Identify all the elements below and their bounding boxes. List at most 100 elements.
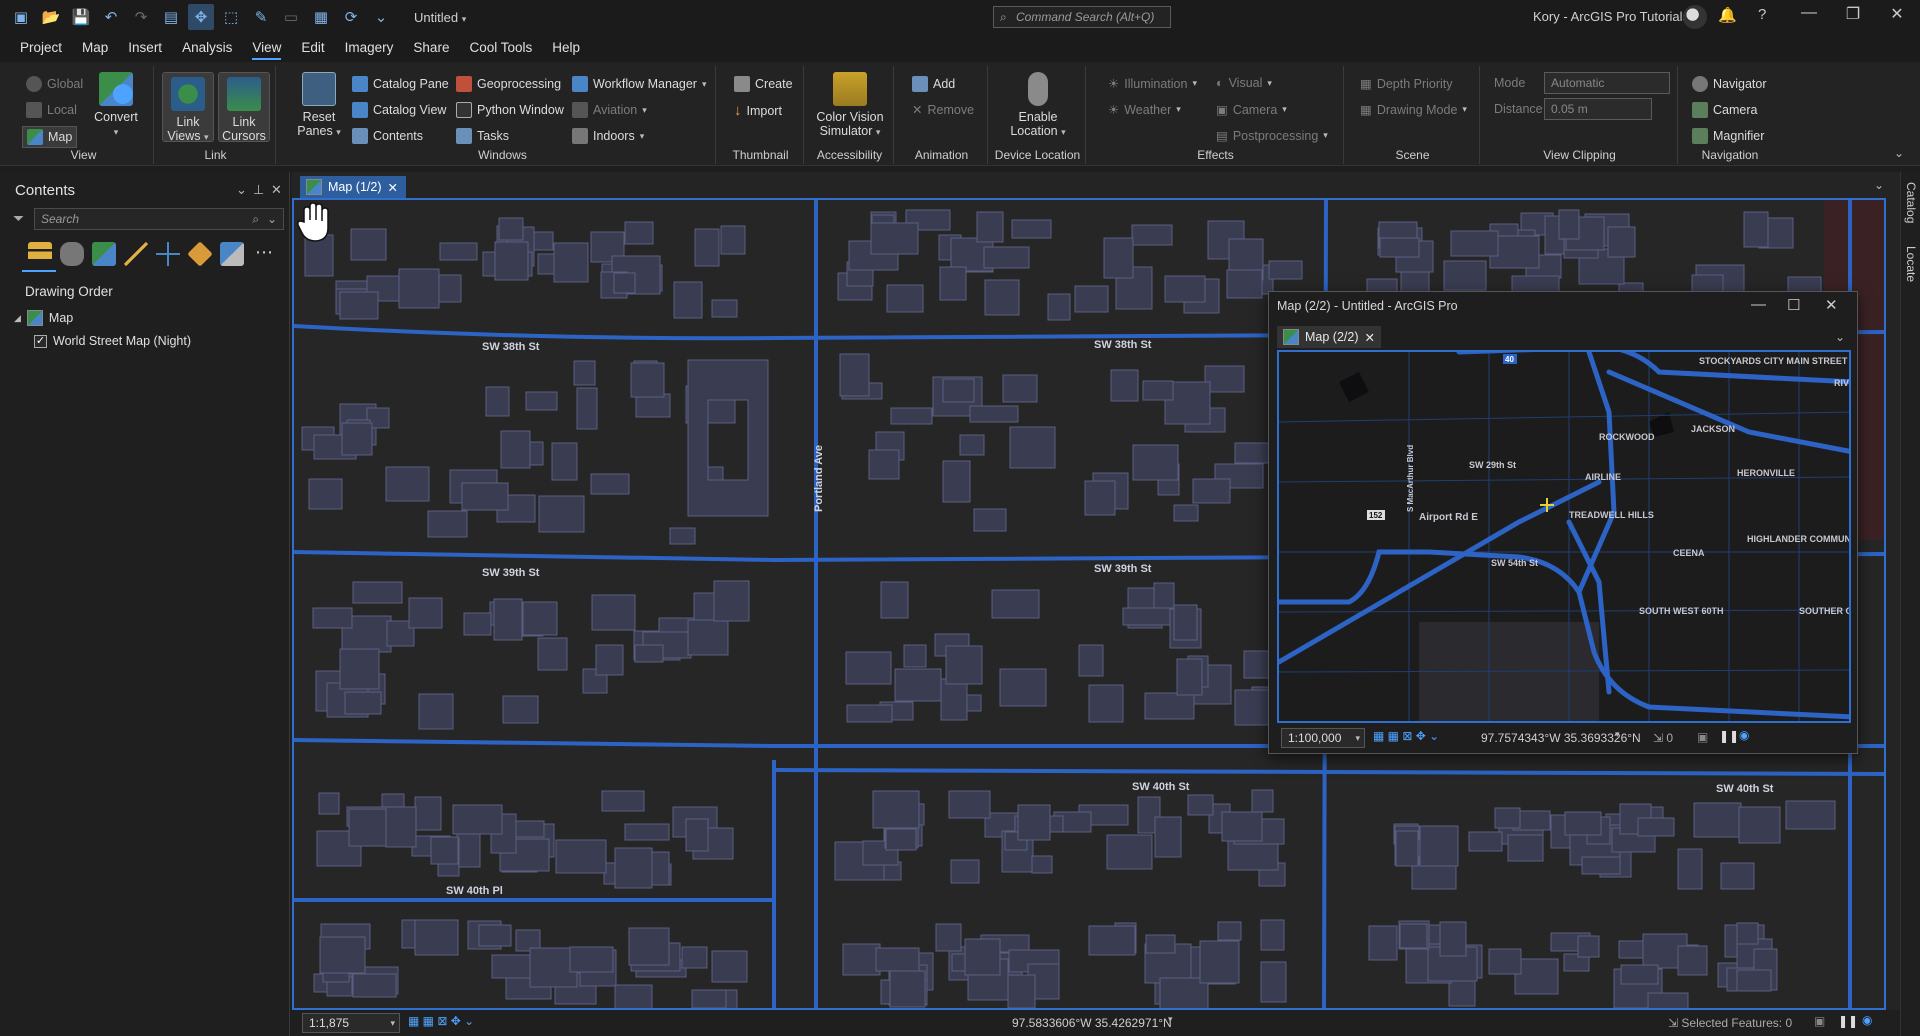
convert-button[interactable]: Convert ▾ [90, 72, 142, 139]
workflow-manager-button[interactable]: Workflow Manager ▾ [572, 76, 707, 92]
select-tool-icon[interactable]: ⬚ [218, 4, 244, 30]
signed-in-user[interactable]: Kory - ArcGIS Pro Tutorials [1533, 9, 1689, 24]
tab-share[interactable]: Share [403, 34, 459, 62]
status-tools-2[interactable]: ▦ ▦ ⊠ ✥ ⌄ [1373, 729, 1439, 743]
pause-drawing-icon[interactable]: ❚❚ [1838, 1014, 1858, 1028]
tab-overflow-icon[interactable]: ⌄ [1874, 178, 1884, 192]
open-project-icon[interactable]: 📂 [38, 4, 64, 30]
scale-selector-1[interactable]: 1:1,875 ▾ [302, 1013, 400, 1033]
tab-map-1[interactable]: Map (1/2) ✕ [300, 176, 406, 198]
weather-button[interactable]: ☀ Weather ▾ [1108, 102, 1181, 118]
list-by-snapping-icon[interactable] [156, 242, 180, 266]
float-minimize-button[interactable]: — [1751, 296, 1766, 313]
chevron-down-icon[interactable]: ⌄ [267, 209, 277, 229]
link-cursors-button[interactable]: Link Cursors [218, 72, 270, 143]
contents-search-input[interactable]: Search ⌕ ⌄ [34, 208, 284, 230]
global-button[interactable]: Global [26, 76, 83, 92]
camera-button[interactable]: Camera [1692, 102, 1757, 118]
close-tab-icon[interactable]: ✕ [1365, 330, 1375, 345]
tab-cool-tools[interactable]: Cool Tools [459, 34, 542, 62]
layout-icon[interactable]: ▦ [308, 4, 334, 30]
map-button[interactable]: Map [22, 126, 78, 148]
refresh-icon[interactable]: ▣ [1814, 1014, 1825, 1028]
collapse-ribbon-icon[interactable]: ⌄ [1894, 146, 1904, 160]
refresh-icon[interactable]: ▣ [1697, 730, 1708, 744]
help-icon[interactable]: ? [1758, 6, 1766, 23]
visual-button[interactable]: ◐ Visual ▾ [1216, 76, 1272, 90]
tab-help[interactable]: Help [542, 34, 590, 62]
scale-selector-2[interactable]: 1:100,000 ▾ [1281, 728, 1365, 748]
magnifier-button[interactable]: Magnifier [1692, 128, 1764, 144]
customize-qat-icon[interactable]: ⌄ [368, 4, 394, 30]
close-button[interactable]: ✕ [1882, 4, 1912, 24]
list-by-source-icon[interactable] [60, 242, 84, 266]
aviation-button[interactable]: Aviation ▾ [572, 102, 647, 118]
list-by-perspective-icon[interactable] [220, 242, 244, 266]
tab-view[interactable]: View [242, 34, 291, 62]
postprocessing-button[interactable]: ▤ Postprocessing ▾ [1216, 128, 1328, 144]
drawing-mode-button[interactable]: ▦ Drawing Mode ▾ [1360, 102, 1467, 118]
illumination-button[interactable]: ☀ Illumination ▾ [1108, 76, 1197, 92]
color-vision-simulator-button[interactable]: Color Vision Simulator ▾ [810, 72, 890, 139]
edit-icon[interactable]: ✎ [248, 4, 274, 30]
tab-project[interactable]: Project [10, 34, 72, 62]
save-icon[interactable]: 💾 [68, 4, 94, 30]
reset-panes-button[interactable]: Reset Panes ▾ [296, 72, 342, 139]
tab-edit[interactable]: Edit [291, 34, 334, 62]
expand-triangle-icon[interactable]: ◢ [14, 313, 21, 324]
create-thumbnail-button[interactable]: Create [734, 76, 793, 92]
clipping-distance-input[interactable]: 0.05 m [1544, 98, 1652, 120]
bell-icon[interactable]: 🔔 [1718, 6, 1737, 24]
import-thumbnail-button[interactable]: ↓ Import [734, 102, 782, 119]
catalog-view-button[interactable]: Catalog View [352, 102, 446, 118]
refresh-icon[interactable]: ⟳ [338, 4, 364, 30]
tab-imagery[interactable]: Imagery [335, 34, 404, 62]
status-tools-1[interactable]: ▦ ▦ ⊠ ✥ ⌄ [408, 1014, 474, 1028]
avatar[interactable] [1683, 5, 1707, 29]
list-by-editing-icon[interactable] [124, 242, 148, 266]
link-views-button[interactable]: Link Views ▾ [162, 72, 214, 143]
map-canvas-2[interactable]: STOCKYARDS CITY MAIN STREET ROCKWOOD JAC… [1277, 350, 1851, 723]
depth-priority-button[interactable]: ▦ Depth Priority [1360, 76, 1453, 92]
contents-button[interactable]: Contents [352, 128, 423, 144]
tab-analysis[interactable]: Analysis [172, 34, 242, 62]
indoors-button[interactable]: Indoors ▾ [572, 128, 644, 144]
catalog-side-tab[interactable]: Catalog [1904, 182, 1918, 223]
tab-map[interactable]: Map [72, 34, 118, 62]
pane-options-icon[interactable]: ⌄ [236, 182, 247, 198]
restore-button[interactable]: ❐ [1838, 4, 1868, 24]
redo-icon[interactable]: ↷ [128, 4, 154, 30]
coord-format-dropdown[interactable]: ▾ [1615, 729, 1620, 740]
list-by-selection-icon[interactable] [92, 242, 116, 266]
camera-effects-button[interactable]: ▣ Camera ▾ [1216, 102, 1287, 118]
minimize-button[interactable]: — [1794, 4, 1824, 22]
list-by-labeling-icon[interactable] [187, 241, 213, 267]
navigator-button[interactable]: Navigator [1692, 76, 1767, 92]
pin-icon[interactable]: ⊥ [253, 182, 264, 198]
new-map-icon[interactable]: ▤ [158, 4, 184, 30]
local-button[interactable]: Local [26, 102, 77, 118]
add-animation-button[interactable]: Add [912, 76, 955, 92]
enable-location-button[interactable]: Enable Location ▾ [998, 72, 1078, 139]
more-options-icon[interactable]: ⋯ [255, 242, 273, 263]
pause-drawing-icon[interactable]: ❚❚ [1719, 729, 1739, 743]
explore-tool-icon[interactable]: ✥ [188, 4, 214, 30]
tab-overflow-icon[interactable]: ⌄ [1835, 330, 1845, 344]
remove-animation-button[interactable]: ✕ Remove [912, 102, 974, 118]
coord-format-dropdown-1[interactable]: ▾ [1168, 1014, 1173, 1025]
catalog-pane-button[interactable]: Catalog Pane [352, 76, 449, 92]
close-tab-icon[interactable]: ✕ [388, 180, 398, 195]
tasks-button[interactable]: Tasks [456, 128, 509, 144]
tree-item-world-street-map-night[interactable]: ✓ World Street Map (Night) [34, 334, 191, 348]
list-by-drawing-order-icon[interactable] [28, 242, 52, 266]
locate-side-tab[interactable]: Locate [1904, 246, 1918, 282]
tab-map-2[interactable]: Map (2/2) ✕ [1277, 326, 1381, 348]
undo-icon[interactable]: ↶ [98, 4, 124, 30]
tree-item-map[interactable]: ◢ Map [14, 310, 73, 326]
command-search-input[interactable]: ⌕ Command Search (Alt+Q) [993, 6, 1171, 28]
clear-selection-icon[interactable]: ▭ [278, 4, 304, 30]
document-title[interactable]: Untitled ▾ [414, 10, 466, 25]
float-close-button[interactable]: ✕ [1825, 296, 1838, 314]
python-window-button[interactable]: Python Window [456, 102, 564, 118]
clipping-mode-select[interactable]: Automatic [1544, 72, 1670, 94]
